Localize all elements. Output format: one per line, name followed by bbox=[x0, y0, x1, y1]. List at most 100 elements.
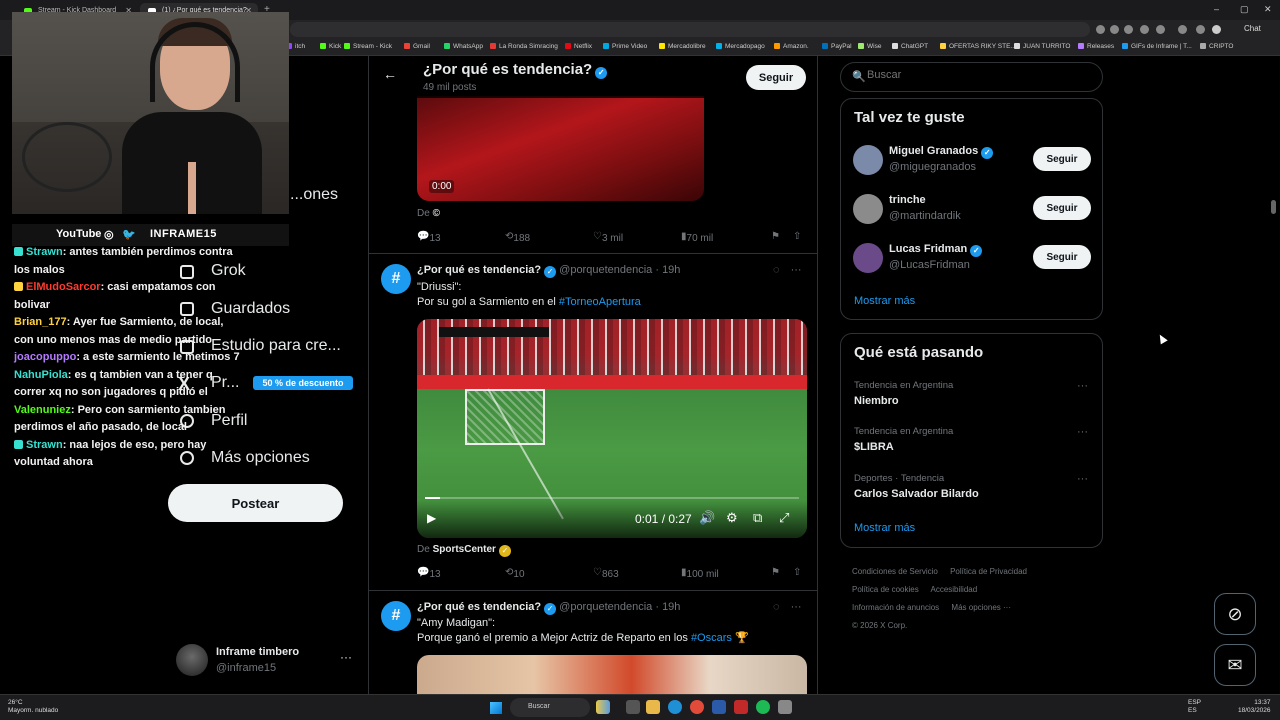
profile-avatar[interactable] bbox=[1212, 25, 1221, 34]
grok-explain-icon[interactable]: ◌ bbox=[773, 601, 780, 613]
extension-icon[interactable] bbox=[1096, 25, 1105, 34]
reply-button[interactable]: 💬 13 bbox=[417, 567, 441, 580]
user-name[interactable]: Miguel Granados ✓ bbox=[889, 145, 994, 159]
video-progress-bar[interactable] bbox=[425, 497, 799, 499]
views-button[interactable]: ▮ 100 mil bbox=[681, 567, 719, 580]
account-switcher[interactable]: Inframe timbero @inframe15 ··· bbox=[176, 644, 356, 678]
trend-item[interactable]: Deportes · Tendencia Carlos Salvador Bil… bbox=[854, 473, 1094, 505]
grok-explain-icon[interactable]: ◌ bbox=[773, 264, 780, 276]
app-icon[interactable] bbox=[734, 700, 748, 714]
follow-button[interactable]: Seguir bbox=[1033, 196, 1091, 220]
bookmark-item[interactable]: Mercadolibre bbox=[659, 43, 706, 50]
bookmark-item[interactable]: Releases bbox=[1078, 43, 1114, 50]
more-icon[interactable]: ··· bbox=[1077, 426, 1088, 438]
footer-link-cookies[interactable]: Política de cookies bbox=[852, 585, 919, 594]
like-button[interactable]: ♡ 3 mil bbox=[593, 231, 623, 244]
system-tray[interactable]: ESP ES bbox=[1188, 699, 1201, 715]
downloads-icon[interactable] bbox=[1196, 25, 1205, 34]
avatar[interactable] bbox=[853, 194, 883, 224]
bookmark-item[interactable]: OFERTAS RIKY STE... bbox=[940, 43, 1016, 50]
scrollbar[interactable] bbox=[1271, 200, 1276, 214]
bookmark-item[interactable]: JUAN TURRITO bbox=[1014, 43, 1070, 50]
follow-button[interactable]: Seguir bbox=[1033, 147, 1091, 171]
suggested-user[interactable]: Miguel Granados ✓ @miguegranados Seguir bbox=[853, 143, 1093, 179]
avatar[interactable]: # bbox=[381, 601, 411, 631]
user-name[interactable]: trinche bbox=[889, 194, 926, 206]
source-name[interactable]: SportsCenter bbox=[433, 544, 496, 555]
fullscreen-icon[interactable]: ⤢ bbox=[779, 510, 789, 526]
video-player[interactable]: ▶ 0:01 / 0:27 🔊 ⚙ ⧉ ⤢ bbox=[417, 319, 807, 538]
more-icon[interactable]: ··· bbox=[340, 650, 352, 664]
app-icon[interactable] bbox=[778, 700, 792, 714]
avatar[interactable] bbox=[853, 243, 883, 273]
windows-start-icon[interactable] bbox=[490, 702, 502, 714]
bookmark-icon[interactable]: ⚑ bbox=[771, 231, 780, 242]
footer-link-privacy[interactable]: Política de Privacidad bbox=[950, 567, 1027, 576]
reply-button[interactable]: 💬 13 bbox=[417, 231, 441, 244]
minimize-button[interactable]: – bbox=[1214, 4, 1219, 14]
footer-link-more[interactable]: Más opciones ··· bbox=[951, 603, 1011, 612]
post-time[interactable]: · 19h bbox=[655, 601, 680, 613]
play-icon[interactable]: ▶ bbox=[427, 511, 436, 525]
author-handle[interactable]: @porquetendencia bbox=[559, 601, 652, 613]
maximize-button[interactable]: ▢ bbox=[1240, 4, 1249, 15]
share-icon[interactable]: ⇧ bbox=[793, 567, 801, 578]
settings-gear-icon[interactable]: ⚙ bbox=[726, 510, 738, 526]
user-name[interactable]: Lucas Fridman ✓ bbox=[889, 243, 983, 257]
back-arrow-icon[interactable]: ← bbox=[383, 66, 397, 82]
bookmark-item[interactable]: Stream - Kick bbox=[344, 43, 392, 50]
steam-icon[interactable] bbox=[712, 700, 726, 714]
show-more-link[interactable]: Mostrar más bbox=[854, 522, 915, 534]
zoom-icon[interactable] bbox=[1110, 25, 1119, 34]
avatar[interactable]: # bbox=[381, 264, 411, 294]
hashtag-link[interactable]: #TorneoApertura bbox=[559, 296, 641, 308]
bookmark-item[interactable]: PayPal bbox=[822, 43, 852, 50]
bookmark-star-icon[interactable] bbox=[1140, 25, 1149, 34]
bookmark-item[interactable]: Kick bbox=[320, 43, 341, 50]
chat-extension-button[interactable]: Chat bbox=[1244, 24, 1261, 33]
post-media[interactable]: 0:00 bbox=[417, 96, 704, 201]
repost-button[interactable]: ⟲ 188 bbox=[505, 231, 530, 244]
bookmark-item[interactable]: Mercadopago bbox=[716, 43, 765, 50]
search-input[interactable] bbox=[867, 69, 1087, 81]
bookmark-item[interactable]: ChatGPT bbox=[892, 43, 928, 50]
footer-link-ads-info[interactable]: Información de anuncios bbox=[852, 603, 939, 612]
url-field[interactable] bbox=[290, 22, 1090, 37]
like-button[interactable]: ♡ 863 bbox=[593, 567, 619, 580]
taskbar-search[interactable]: Buscar bbox=[510, 698, 590, 717]
close-window-button[interactable]: ✕ bbox=[1264, 4, 1272, 15]
footer-link-terms[interactable]: Condiciones de Servicio bbox=[852, 567, 938, 576]
search-box[interactable]: 🔍 bbox=[840, 62, 1103, 92]
edge-icon[interactable] bbox=[668, 700, 682, 714]
suggested-user[interactable]: Lucas Fridman ✓ @LucasFridman Seguir bbox=[853, 241, 1093, 277]
messages-fab-button[interactable]: ✉ bbox=[1214, 644, 1256, 686]
bookmark-item[interactable]: GIFs de Inframe | T... bbox=[1122, 43, 1192, 50]
taskbar-clock[interactable]: 13:37 18/03/2026 bbox=[1238, 699, 1271, 715]
footer-link-accessibility[interactable]: Accesibilidad bbox=[930, 585, 977, 594]
views-button[interactable]: ▮ 70 mil bbox=[681, 231, 713, 244]
picture-in-picture-icon[interactable]: ⧉ bbox=[753, 510, 762, 526]
file-explorer-icon[interactable] bbox=[646, 700, 660, 714]
source-name[interactable]: © bbox=[433, 208, 440, 219]
volume-icon[interactable]: 🔊 bbox=[699, 510, 715, 526]
post-time[interactable]: · 19h bbox=[655, 264, 680, 276]
grok-fab-button[interactable]: ⊘ bbox=[1214, 593, 1256, 635]
task-view-icon[interactable] bbox=[626, 700, 640, 714]
nav-item-more-partial[interactable]: ...ones bbox=[290, 186, 338, 204]
avatar[interactable] bbox=[853, 145, 883, 175]
show-more-link[interactable]: Mostrar más bbox=[854, 295, 915, 307]
author-name[interactable]: ¿Por qué es tendencia? bbox=[417, 264, 541, 276]
bookmark-item[interactable]: Amazon. bbox=[774, 43, 809, 50]
hashtag-link[interactable]: #Oscars bbox=[691, 632, 732, 644]
author-name[interactable]: ¿Por qué es tendencia? bbox=[417, 601, 541, 613]
bookmark-item[interactable]: La Ronda Simracing bbox=[490, 43, 558, 50]
more-icon[interactable]: ··· bbox=[791, 264, 802, 276]
extensions-icon[interactable] bbox=[1178, 25, 1187, 34]
post-button[interactable]: Postear bbox=[168, 484, 343, 522]
bookmark-item[interactable]: Prime Video bbox=[603, 43, 647, 50]
bookmark-item[interactable]: WhatsApp bbox=[444, 43, 483, 50]
trend-item[interactable]: Tendencia en Argentina Niembro ··· bbox=[854, 380, 1094, 412]
premium-discount-badge[interactable]: 50 % de descuento bbox=[253, 376, 353, 390]
weather-widget[interactable]: 26°C Mayorm. nublado bbox=[8, 699, 58, 715]
follow-button[interactable]: Seguir bbox=[1033, 245, 1091, 269]
